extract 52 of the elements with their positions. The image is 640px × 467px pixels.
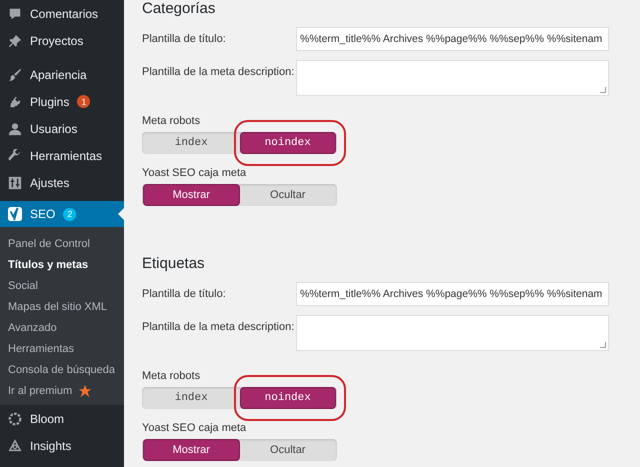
submenu-item[interactable]: Panel de Control [0,233,124,254]
field-label: Yoast SEO caja meta [142,167,248,179]
menu-item[interactable]: Plugins 1 [0,88,124,115]
menu-item[interactable]: Usuarios [0,115,124,142]
section-heading: Categorías [142,0,216,18]
menu-item[interactable]: Comentarios [0,0,124,27]
field-label: Plantilla de título: [142,287,227,302]
speech-bubble-icon [8,6,22,20]
paintbrush-icon [8,68,22,82]
submenu-item[interactable]: Mapas del sitio XML [0,296,124,317]
sliders-icon [8,176,22,190]
yoast-logo-icon [8,207,22,221]
menu-item[interactable]: Insights [0,432,124,459]
toggle-option[interactable]: noindex [240,133,335,153]
submenu-item[interactable]: Social [0,275,124,296]
submenu-item[interactable]: Títulos y metas [0,254,124,275]
menu-item[interactable]: Herramientas [0,142,124,169]
submenu-item[interactable]: Ir al premium [0,380,124,401]
toggle-option[interactable]: Ocultar [240,185,335,205]
menu-item[interactable]: SEO 2 [0,201,124,227]
menu-item[interactable]: Bloom [0,405,124,432]
plug-icon [8,94,22,108]
toggle-option[interactable]: index [144,388,238,408]
toggle-option[interactable]: Ocultar [240,440,335,460]
field-label: Meta robots [142,115,202,127]
menu-item[interactable]: Proyectos [0,27,124,54]
triangle-icon [8,438,22,452]
field-label: Yoast SEO caja meta [142,422,248,434]
input-field[interactable]: %%term_title%% Archives %%page%% %%sep%% %%sitenam [297,283,608,305]
input-field[interactable]: %%term_title%% Archives %%page%% %%sep%% %%sitenam [297,28,608,50]
toggle-option[interactable]: noindex [240,388,335,408]
toggle-option[interactable]: Mostrar [144,185,238,205]
count-badge: 2 [63,208,76,220]
submenu-item[interactable]: Consola de búsqueda [0,359,124,380]
textarea-field[interactable] [297,316,608,350]
submenu-item[interactable]: Herramientas [0,338,124,359]
field-label: Meta robots [142,370,202,382]
user-icon [8,122,22,136]
field-label: Plantilla de título: [142,32,227,47]
count-badge: 1 [77,95,90,108]
toggle-option[interactable]: Mostrar [144,440,238,460]
toggle-option[interactable]: index [144,133,238,153]
field-label: Plantilla de la meta description: [142,65,296,80]
pushpin-icon [8,34,22,48]
section-heading: Etiquetas [142,255,206,273]
textarea-field[interactable] [297,61,608,95]
menu-item[interactable]: Apariencia [0,61,124,88]
field-label: Plantilla de la meta description: [142,320,296,335]
ring-icon [8,412,22,426]
wrench-icon [8,148,22,162]
menu-item[interactable]: Ajustes [0,169,124,196]
submenu-item[interactable]: Avanzado [0,317,124,338]
